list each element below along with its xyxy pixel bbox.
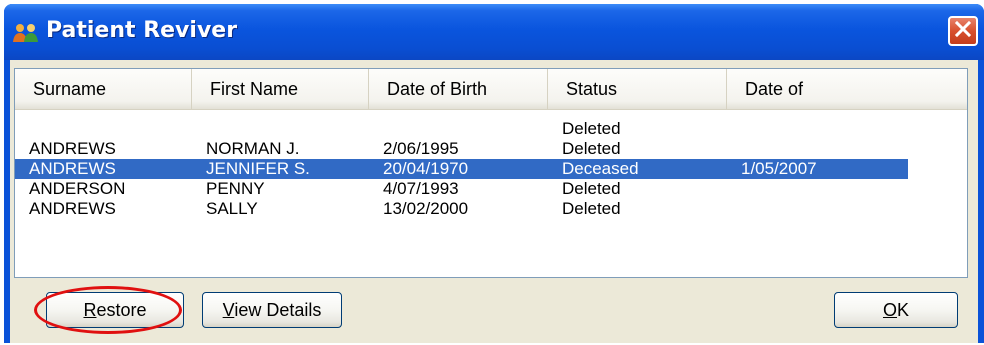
dialog-client-area: Surname First Name Date of Birth Status … — [10, 60, 978, 343]
restore-access-key: R — [83, 300, 97, 320]
column-header-status[interactable]: Status — [548, 69, 727, 109]
cell-date-of-birth: 13/02/2000 — [383, 199, 469, 218]
view-details-access-key: V — [222, 300, 235, 320]
cell-first-name: JENNIFER S. — [206, 159, 310, 178]
close-button[interactable] — [948, 16, 978, 46]
cell-date-of-birth: 20/04/1970 — [383, 159, 469, 178]
cell-date-of-birth: 4/07/1993 — [383, 179, 459, 198]
cell-status: Deceased — [562, 159, 639, 178]
cell-date-of: 1/05/2007 — [741, 159, 817, 178]
restore-label: estore — [96, 300, 147, 320]
view-details-button[interactable]: View Details — [202, 292, 342, 328]
view-details-label: iew Details — [234, 300, 322, 320]
patient-list[interactable]: Surname First Name Date of Birth Status … — [14, 68, 968, 278]
cell-status: Deleted — [562, 199, 621, 218]
table-row[interactable]: ANDERSON PENNY 4/07/1993 Deleted — [15, 179, 908, 199]
window-title: Patient Reviver — [46, 18, 238, 43]
cell-first-name: SALLY — [206, 199, 258, 218]
cell-date-of-birth: 2/06/1995 — [383, 139, 459, 158]
column-header-date-of[interactable]: Date of — [727, 69, 969, 109]
column-header-first-name[interactable]: First Name — [192, 69, 369, 109]
patients-icon — [12, 22, 40, 44]
table-row[interactable]: ANDREWS SALLY 13/02/2000 Deleted — [15, 199, 908, 219]
list-header: Surname First Name Date of Birth Status … — [15, 69, 967, 110]
restore-button[interactable]: Restore — [46, 292, 184, 328]
cell-status: Deleted — [562, 139, 621, 158]
cell-surname: ANDREWS — [29, 199, 116, 218]
column-header-surname[interactable]: Surname — [15, 69, 192, 109]
close-icon — [954, 20, 972, 42]
table-row[interactable]: Deleted — [15, 119, 908, 139]
cell-surname: ANDREWS — [29, 159, 116, 178]
ok-button[interactable]: OK — [834, 292, 958, 328]
column-header-date-of-birth[interactable]: Date of Birth — [369, 69, 548, 109]
patient-reviver-window: Patient Reviver Surname First Name Date … — [4, 4, 984, 343]
table-row[interactable]: ANDREWS NORMAN J. 2/06/1995 Deleted — [15, 139, 908, 159]
ok-access-key: O — [882, 300, 897, 320]
cell-surname: ANDREWS — [29, 139, 116, 158]
title-bar[interactable]: Patient Reviver — [4, 4, 984, 60]
table-row-selected[interactable]: ANDREWS JENNIFER S. 20/04/1970 Deceased 1/05… — [15, 159, 908, 179]
cell-first-name: NORMAN J. — [206, 139, 300, 158]
cell-surname: ANDERSON — [29, 179, 126, 198]
cell-status: Deleted — [562, 179, 621, 198]
cell-status: Deleted — [562, 119, 621, 138]
cell-first-name: PENNY — [206, 179, 265, 198]
ok-label: K — [897, 300, 910, 320]
